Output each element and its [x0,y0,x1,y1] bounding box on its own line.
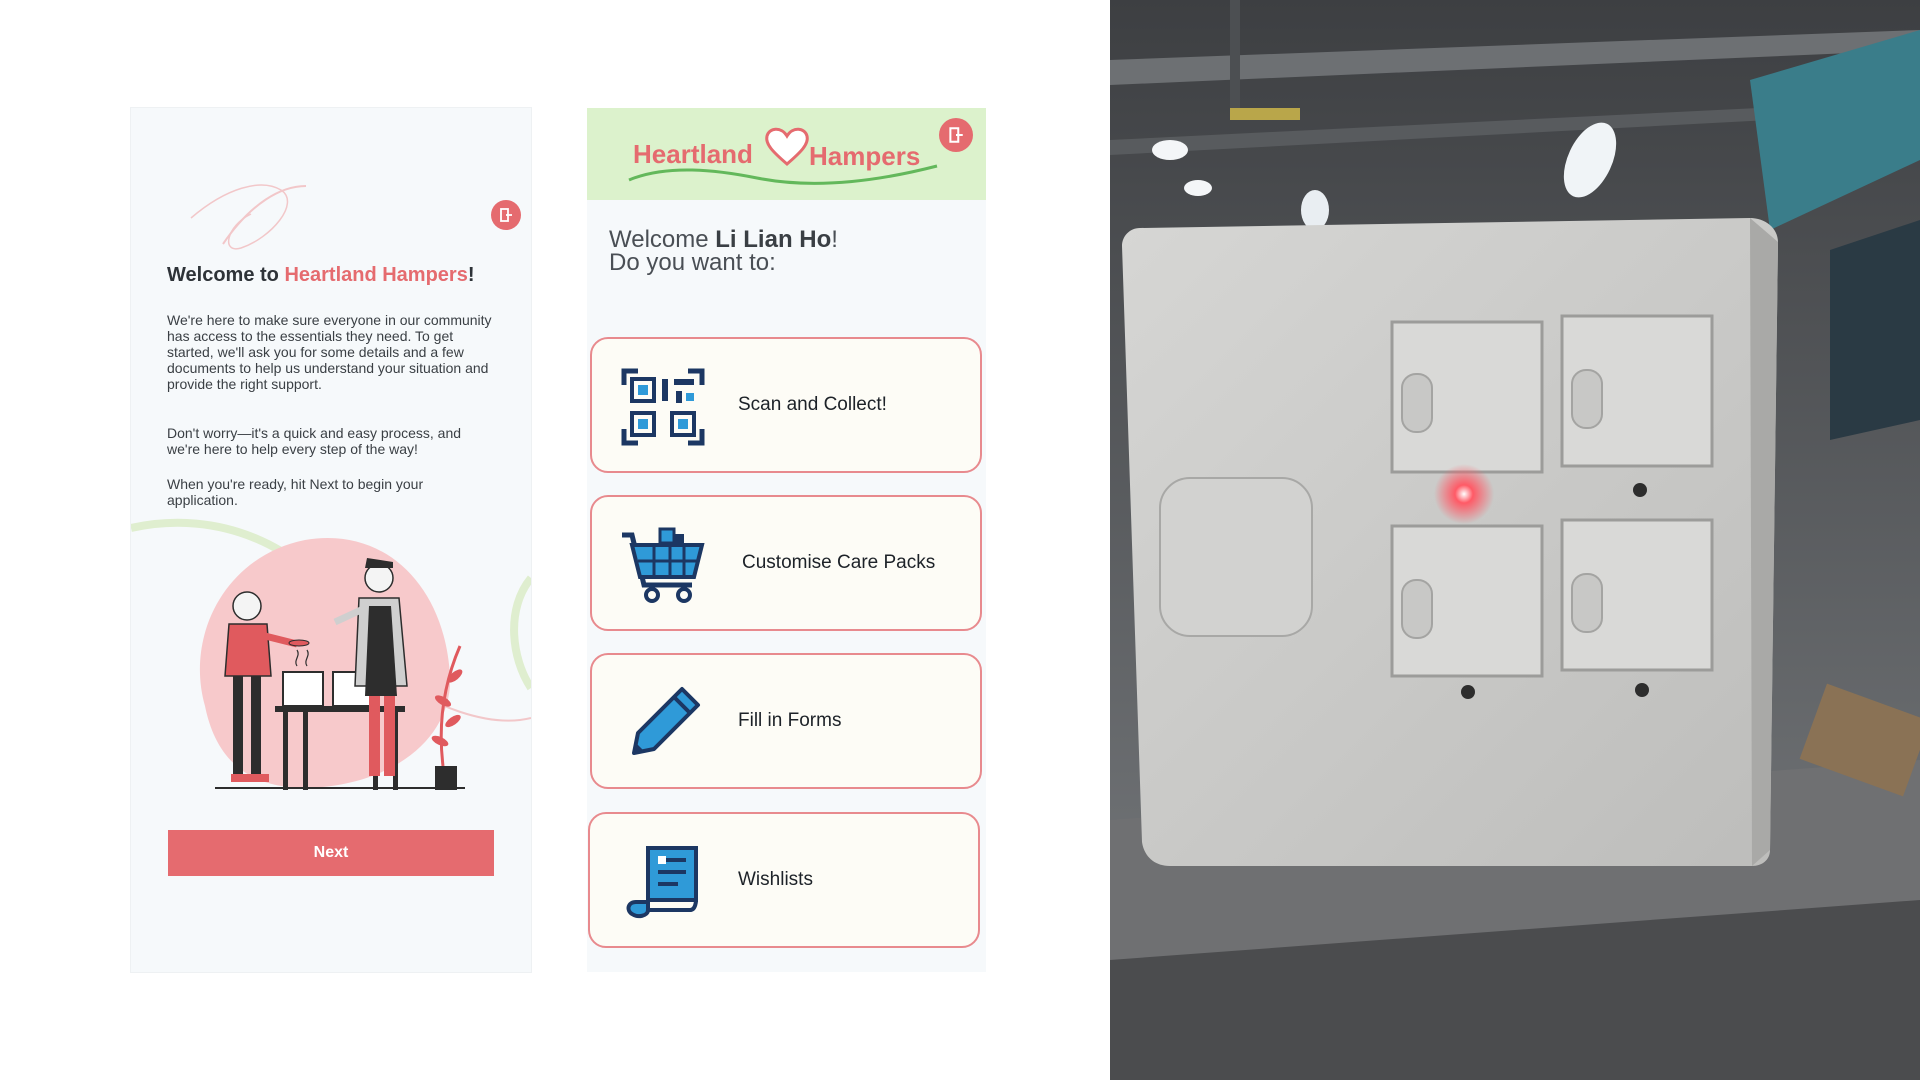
logo-word-left: Heartland [633,139,753,169]
qr-code-icon [621,368,705,446]
exit-button[interactable] [939,118,973,152]
scan-and-collect-button[interactable]: Scan and Collect! [590,337,982,473]
cooking-illustration [199,537,465,790]
wishlists-button[interactable]: Wishlists [588,812,980,948]
welcome-message: Welcome Li Lian Ho! Do you want to: [609,226,838,276]
action-label: Scan and Collect! [738,394,887,415]
fill-in-forms-button[interactable]: Fill in Forms [590,653,982,789]
exit-button[interactable] [491,200,521,230]
exit-icon [949,127,963,143]
reassurance-paragraph: Don't worry—it's a quick and easy proces… [167,425,462,457]
customise-care-packs-button[interactable]: Customise Care Packs [590,495,982,631]
instruction-paragraph: When you're ready, hit Next to begin you… [167,476,424,508]
locker-prototype-photo [1110,0,1920,1080]
pencil-icon [632,687,700,755]
action-label: Customise Care Packs [742,552,936,573]
heartland-hampers-logo: Heartland Hampers [628,127,938,185]
onboarding-title: Welcome to Heartland Hampers! [167,264,475,286]
document-scroll-icon [626,846,698,919]
locker-prototype-image [1110,0,1920,1080]
action-label: Wishlists [738,869,813,890]
home-screen: Heartland Hampers Welcome Li Lian Ho! Do… [587,108,986,972]
shopping-cart-icon [622,527,705,603]
app-header: Heartland Hampers [587,108,986,200]
logo-word-right: Hampers [809,141,920,171]
intro-paragraph: We're here to make sure everyone in our … [167,312,492,392]
exit-icon [500,208,512,222]
onboarding-screen: Welcome to Heartland Hampers! We're here… [131,108,531,972]
action-label: Fill in Forms [738,710,842,731]
heart-icon [765,127,809,166]
next-button[interactable]: Next [168,830,494,876]
welcome-prompt: Do you want to: [609,249,776,276]
brand-name: Heartland Hampers [284,264,468,286]
